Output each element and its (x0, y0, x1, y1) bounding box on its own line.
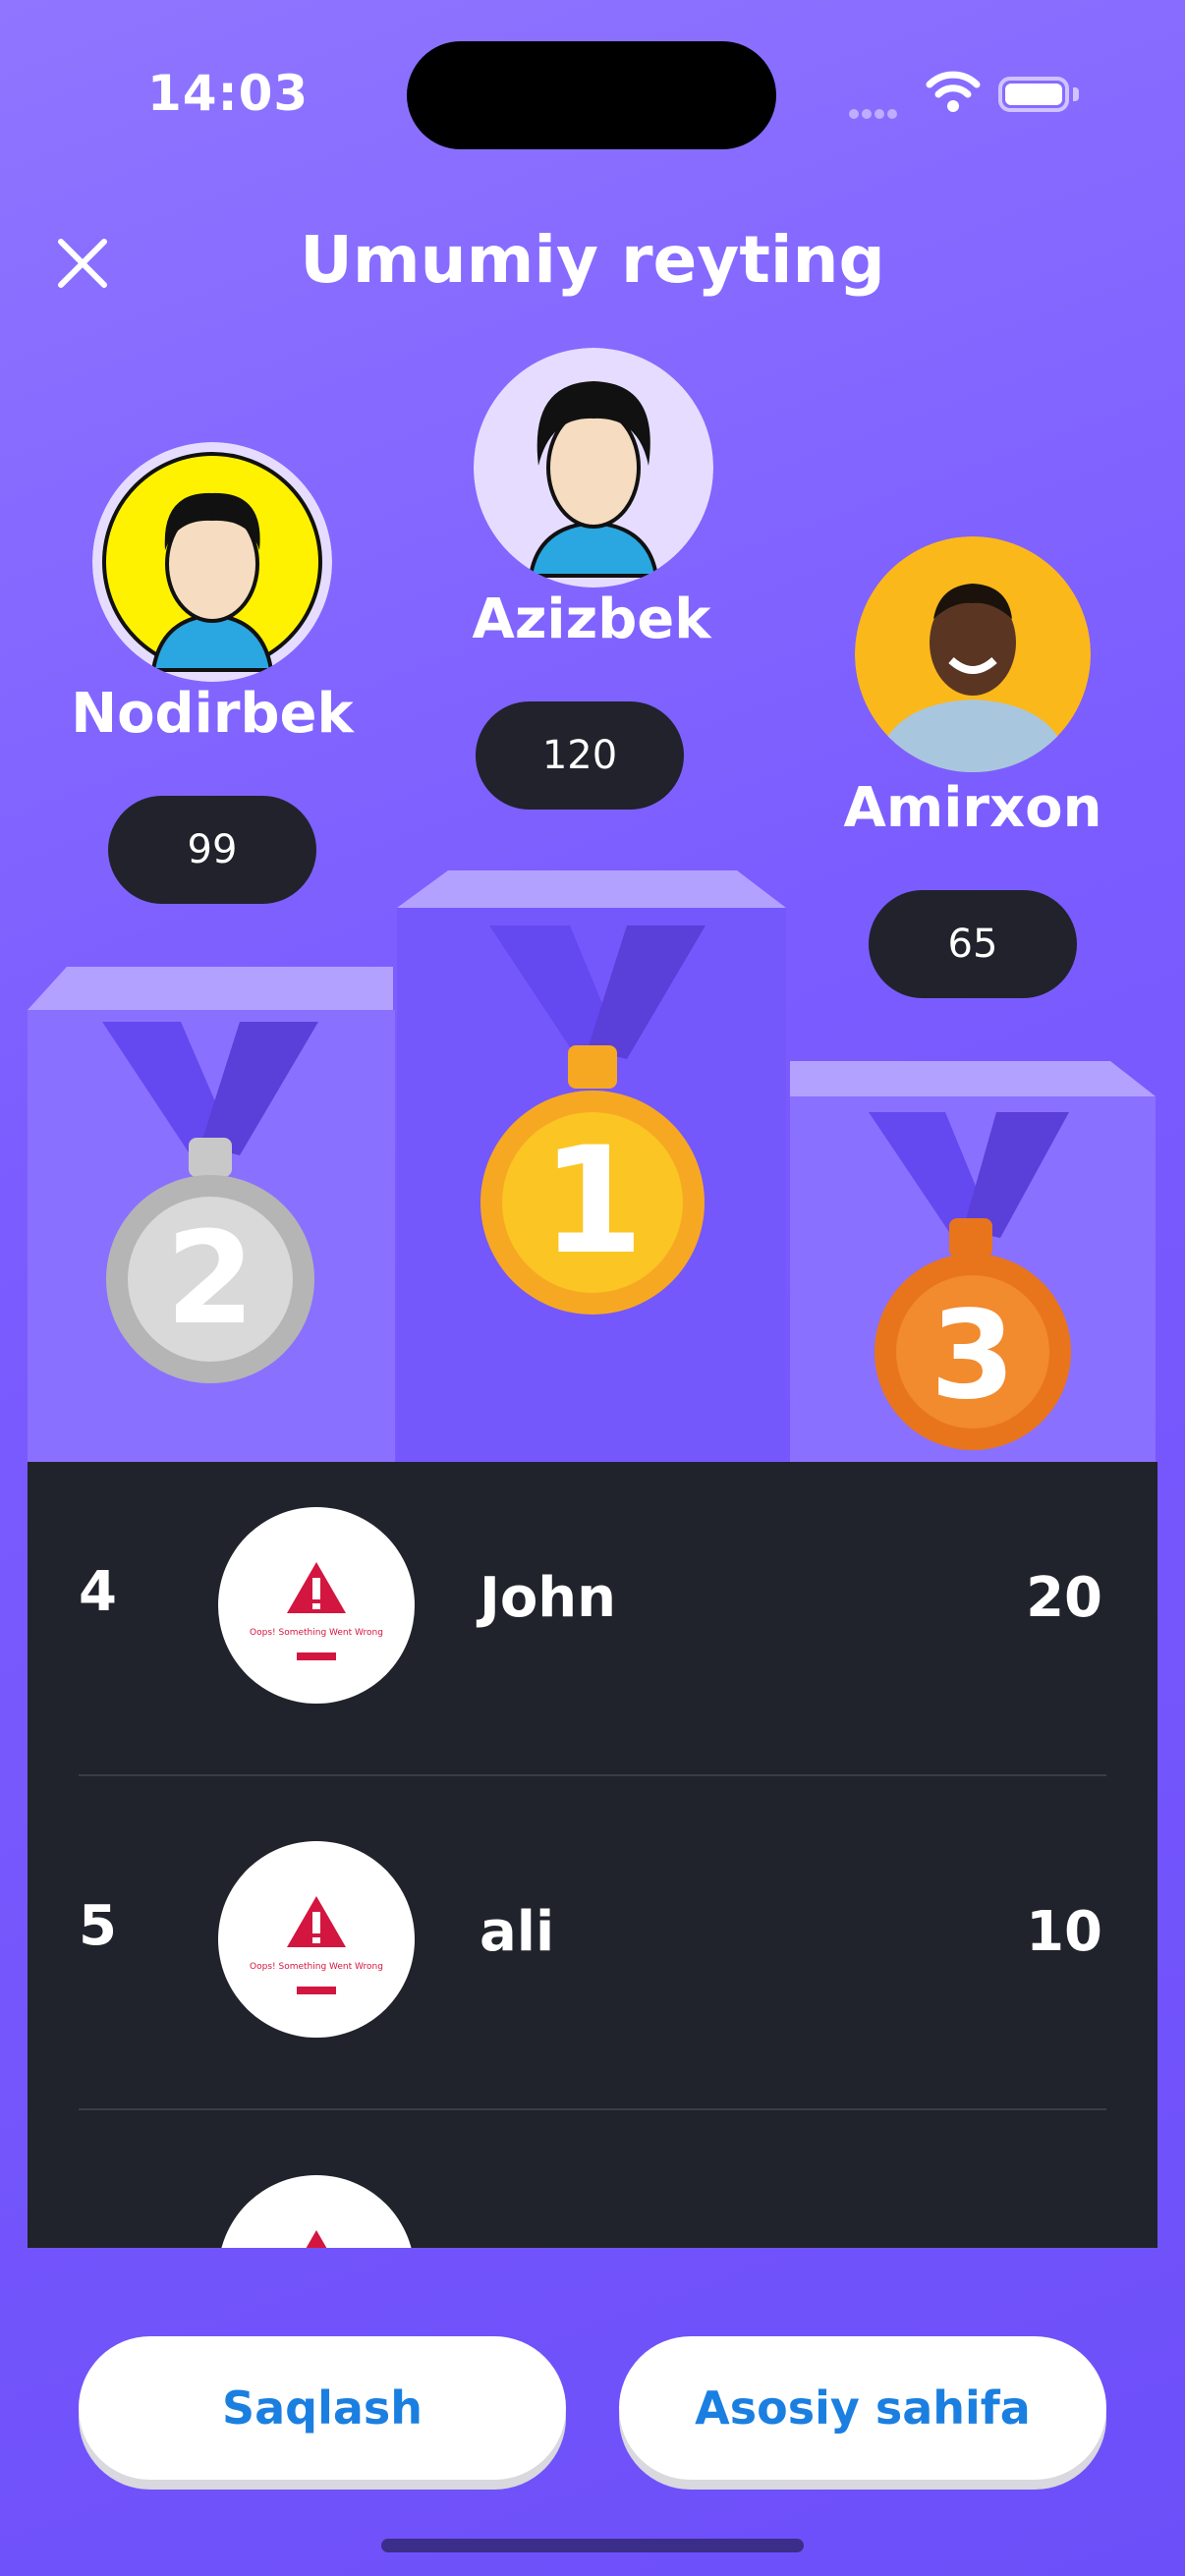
row-avatar-error-image: Oops! Something Went Wrong (218, 1507, 415, 1704)
avatar-error-caption: Oops! Something Went Wrong (250, 1962, 383, 1972)
leaderboard-row[interactable]: 4 Oops! Something Went Wrong John 20 (28, 1462, 1157, 1796)
gold-medal-number: 1 (541, 1116, 644, 1287)
leaderboard-row[interactable]: 5 Oops! Something Went Wrong ali 10 (28, 1796, 1157, 2130)
gold-medal: 1 (480, 925, 705, 1315)
row-avatar-error-image (218, 2175, 415, 2248)
row-avatar-error-image: Oops! Something Went Wrong (218, 1841, 415, 2038)
player-name-second: Nodirbek (71, 682, 354, 746)
row-divider (79, 1774, 1106, 1776)
bronze-medal: 3 (869, 1112, 1071, 1450)
score-pill-third: 65 (869, 890, 1077, 998)
avatar-error-caption: Oops! Something Went Wrong (250, 1628, 383, 1638)
leaderboard-list[interactable]: 4 Oops! Something Went Wrong John 20 5 O… (28, 1462, 1157, 2248)
row-rank: 4 (79, 1560, 117, 1624)
avatar-first-place (474, 348, 713, 588)
score-pill-first: 120 (476, 701, 684, 810)
row-divider (79, 2108, 1106, 2110)
row-rank: 5 (79, 1894, 117, 1958)
player-name-third: Amirxon (843, 776, 1102, 840)
score-pill-second: 99 (108, 796, 316, 904)
row-name: John (480, 1566, 617, 1630)
home-indicator (381, 2539, 804, 2552)
row-name: ali (480, 1900, 555, 1964)
row-score: 20 (1026, 1566, 1102, 1630)
home-button[interactable]: Asosiy sahifa (619, 2336, 1106, 2480)
avatar-third-place (855, 536, 1091, 772)
save-button[interactable]: Saqlash (79, 2336, 566, 2480)
player-name-first: Azizbek (472, 588, 711, 651)
row-score: 10 (1026, 1900, 1102, 1964)
bronze-medal-number: 3 (931, 1285, 1015, 1427)
leaderboard-row-partial[interactable] (28, 2130, 1157, 2248)
avatar-second-place (92, 442, 332, 682)
silver-medal-number: 2 (166, 1204, 254, 1353)
silver-medal: 2 (102, 1022, 318, 1383)
